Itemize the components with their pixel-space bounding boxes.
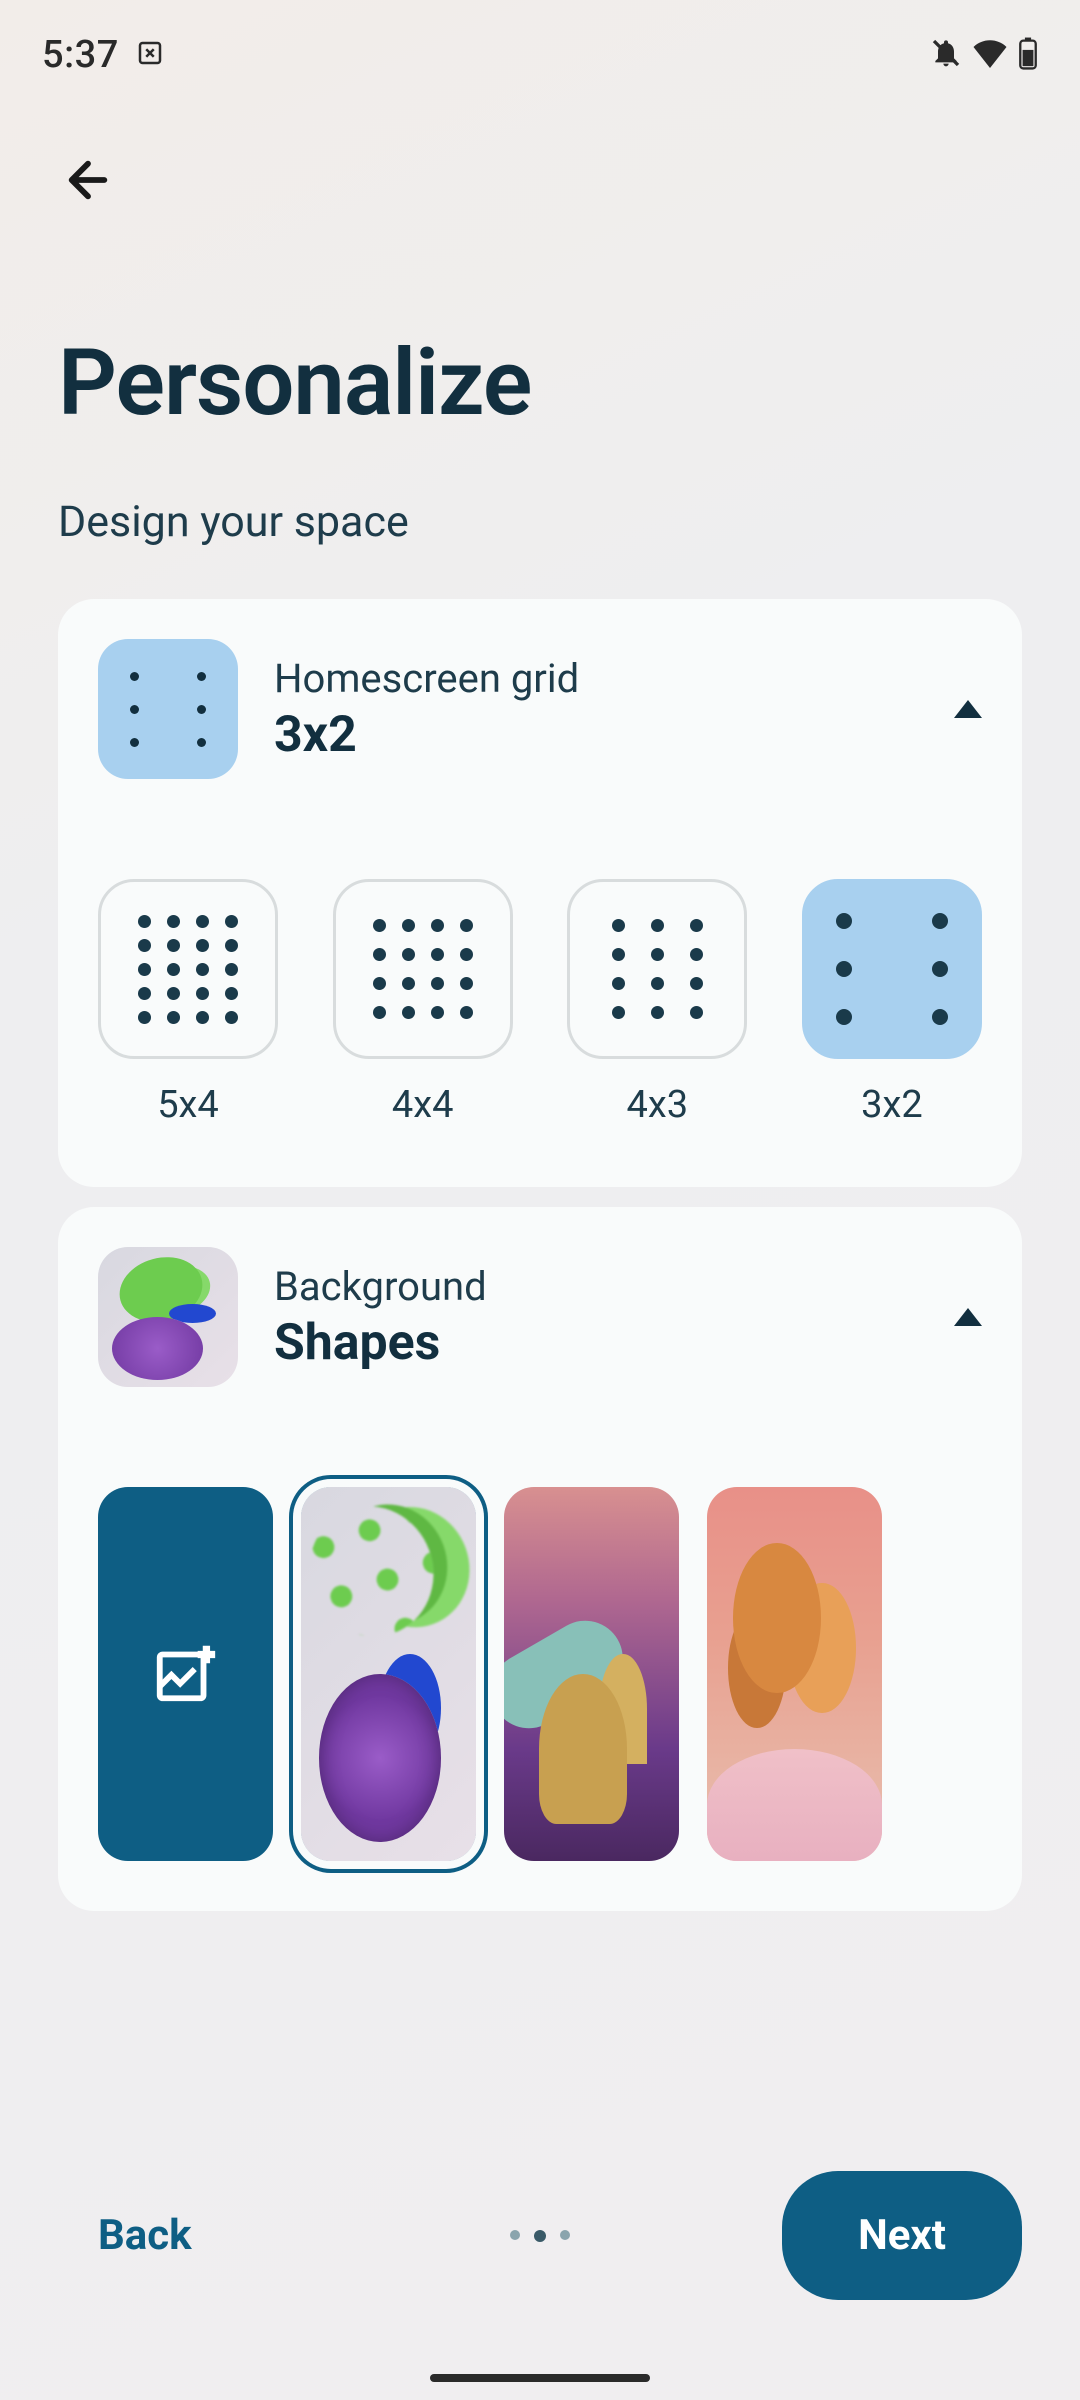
page-subtitle: Design your space: [58, 497, 1022, 547]
battery-icon: [1018, 36, 1038, 74]
background-add-button[interactable]: [98, 1487, 273, 1861]
background-thumb-icon: [98, 1247, 238, 1387]
grid-option-label: 3x2: [861, 1083, 923, 1127]
status-time: 5:37: [42, 33, 119, 77]
background-label: Background: [274, 1263, 918, 1310]
background-value: Shapes: [274, 1314, 918, 1372]
grid-option-label: 4x3: [627, 1083, 689, 1127]
background-card: Background Shapes: [58, 1207, 1022, 1911]
background-option-trees[interactable]: [707, 1487, 882, 1861]
grid-card-header[interactable]: Homescreen grid 3x2: [98, 639, 982, 779]
nav-handle[interactable]: [430, 2374, 650, 2382]
grid-label: Homescreen grid: [274, 655, 918, 702]
wifi-icon: [972, 38, 1008, 72]
grid-option-5x4[interactable]: 5x4: [98, 879, 278, 1127]
bottom-bar: Back Next: [0, 2171, 1080, 2300]
collapse-icon: [954, 1308, 982, 1326]
grid-option-4x3[interactable]: 4x3: [567, 879, 747, 1127]
background-option-shapes[interactable]: [301, 1487, 476, 1861]
notifications-off-icon: [930, 37, 962, 73]
grid-option-label: 5x4: [157, 1083, 219, 1127]
grid-value: 3x2: [274, 706, 918, 764]
page-title: Personalize: [58, 330, 1022, 437]
homescreen-grid-card: Homescreen grid 3x2 5x4: [58, 599, 1022, 1187]
next-button[interactable]: Next: [782, 2171, 1022, 2300]
background-card-header[interactable]: Background Shapes: [98, 1247, 982, 1387]
add-image-icon: [151, 1637, 221, 1711]
page-header: Personalize Design your space: [0, 230, 1080, 547]
collapse-icon: [954, 700, 982, 718]
background-option-night[interactable]: [504, 1487, 679, 1861]
status-bar: 5:37: [0, 0, 1080, 90]
back-text-button[interactable]: Back: [58, 2181, 232, 2290]
pager-indicator: [510, 2230, 570, 2242]
grid-thumb-icon: [98, 639, 238, 779]
back-button[interactable]: [58, 150, 118, 210]
background-options: [98, 1487, 982, 1871]
grid-option-3x2[interactable]: 3x2: [802, 879, 982, 1127]
grid-option-4x4[interactable]: 4x4: [333, 879, 513, 1127]
grid-option-label: 4x4: [392, 1083, 454, 1127]
grid-options: 5x4 4x4 4x3: [98, 879, 982, 1147]
box-x-icon: [135, 38, 165, 72]
